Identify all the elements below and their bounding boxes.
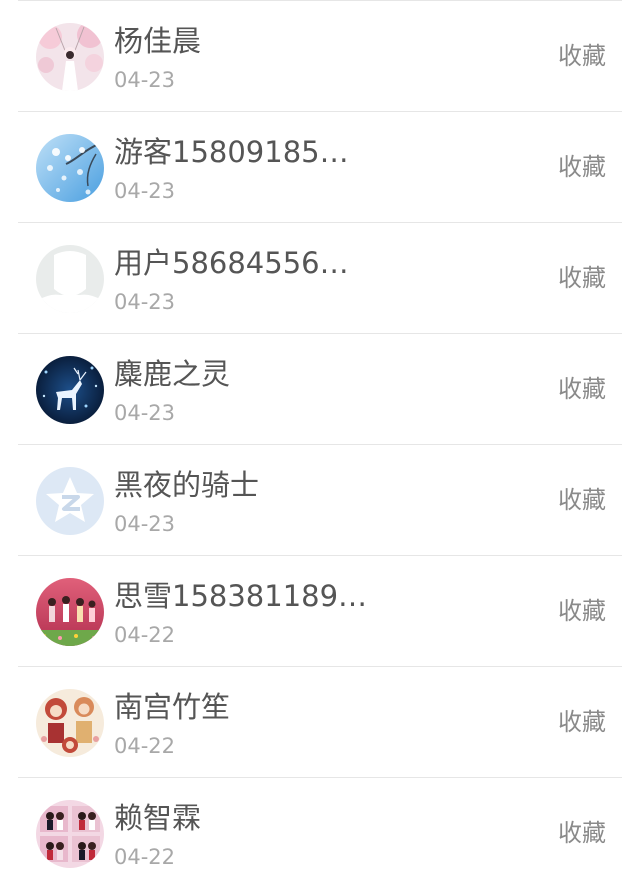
visit-date: 04-23 (114, 290, 176, 314)
avatar-blossom-girl-icon[interactable] (36, 23, 104, 91)
username: 杨佳晨 (114, 24, 202, 58)
favorite-button[interactable]: 收藏 (558, 704, 606, 740)
username: 南宫竹笙 (114, 690, 231, 724)
username: 游客15809185… (114, 135, 349, 169)
visit-date: 04-23 (114, 401, 176, 425)
avatar-night-deer-icon[interactable] (36, 356, 104, 424)
favorite-button[interactable]: 收藏 (558, 815, 606, 851)
avatar-blue-blossom-icon[interactable] (36, 134, 104, 202)
visit-date: 04-22 (114, 734, 176, 758)
visit-date: 04-23 (114, 68, 176, 92)
list-item[interactable]: 游客15809185… 04-23 收藏 (0, 112, 640, 223)
avatar-illustration-icon[interactable] (36, 689, 104, 757)
list-item[interactable]: 赖智霖 04-22 收藏 (0, 778, 640, 889)
username: 赖智霖 (114, 801, 202, 835)
visitor-list: 杨佳晨 04-23 收藏 游客15809185… 04-23 收藏 用户5868… (0, 0, 640, 890)
favorite-button[interactable]: 收藏 (558, 149, 606, 185)
list-item[interactable]: 杨佳晨 04-23 收藏 (0, 1, 640, 112)
username: 用户58684556… (114, 246, 349, 280)
username: 黑夜的骑士 (114, 468, 260, 502)
avatar-couple-photos-icon[interactable] (36, 800, 104, 868)
avatar-red-figures-icon[interactable] (36, 578, 104, 646)
favorite-button[interactable]: 收藏 (558, 371, 606, 407)
username: 思雪158381189… (114, 579, 368, 613)
favorite-button[interactable]: 收藏 (558, 38, 606, 74)
avatar-qzone-star-icon[interactable] (36, 467, 104, 535)
list-item[interactable]: 思雪158381189… 04-22 收藏 (0, 556, 640, 667)
visit-date: 04-23 (114, 179, 176, 203)
visit-date: 04-22 (114, 623, 176, 647)
favorite-button[interactable]: 收藏 (558, 482, 606, 518)
favorite-button[interactable]: 收藏 (558, 260, 606, 296)
favorite-button[interactable]: 收藏 (558, 593, 606, 629)
visit-date: 04-22 (114, 845, 176, 869)
username: 麋鹿之灵 (114, 357, 231, 391)
list-item[interactable]: 黑夜的骑士 04-23 收藏 (0, 445, 640, 556)
list-item[interactable]: 麋鹿之灵 04-23 收藏 (0, 334, 640, 445)
list-item[interactable]: 南宫竹笙 04-22 收藏 (0, 667, 640, 778)
list-item[interactable]: 用户58684556… 04-23 收藏 (0, 223, 640, 334)
visit-date: 04-23 (114, 512, 176, 536)
avatar-default-silhouette-icon[interactable] (36, 245, 104, 313)
